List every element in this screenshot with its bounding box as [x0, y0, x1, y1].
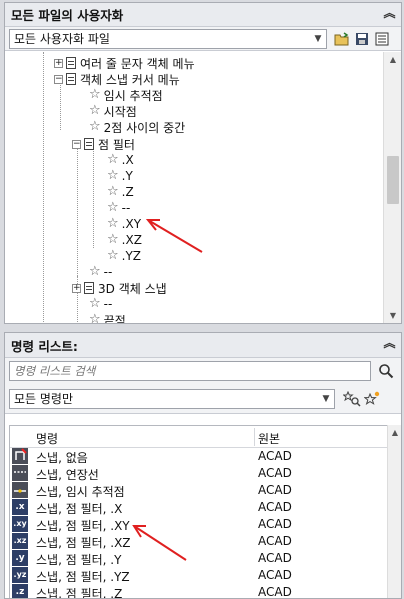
chevron-down-icon[interactable]: ▼ — [310, 30, 326, 48]
command-search-input[interactable] — [9, 361, 371, 381]
tree-item-xy[interactable]: ☆ .XY — [107, 216, 141, 232]
star-icon: ☆ — [89, 296, 101, 311]
tree-item[interactable]: ☆ 시작점 — [89, 103, 137, 119]
command-row[interactable]: .xz 스냅, 점 필터, .XZ ACAD — [10, 533, 388, 550]
customization-file-combo[interactable]: 모든 사용자화 파일 ▼ — [9, 28, 327, 49]
star-icon: ☆ — [107, 152, 119, 167]
expand-icon[interactable]: + — [72, 283, 81, 293]
menu-icon — [84, 138, 94, 150]
command-list-header-row: 명령 원본 — [10, 426, 388, 448]
customizations-header: 모든 파일의 사용자화 ︽ — [5, 3, 401, 27]
menu-icon — [66, 73, 76, 85]
command-row-xy[interactable]: .xy 스냅, 점 필터, .XY ACAD — [10, 516, 388, 533]
star-icon: ☆ — [107, 232, 119, 247]
tree-item[interactable]: + 3D 객체 스냅 — [72, 280, 167, 296]
collapse-up-icon[interactable]: ︽ — [382, 337, 397, 352]
tree-item[interactable]: ☆ -- — [107, 200, 130, 216]
command-list-scrollbar[interactable]: ▲ — [387, 425, 401, 598]
filter-x-icon: .x — [12, 499, 28, 515]
expand-icon[interactable]: + — [54, 58, 63, 68]
star-icon: ☆ — [107, 248, 119, 263]
tree-item[interactable]: ☆ -- — [89, 264, 112, 280]
star-icon: ☆ — [107, 168, 119, 183]
chevron-down-icon[interactable]: ▼ — [318, 390, 334, 408]
command-list-title: 명령 리스트: — [11, 338, 78, 354]
filter-xz-icon: .xz — [12, 533, 28, 549]
star-icon: ☆ — [89, 312, 101, 324]
command-list-header: 명령 리스트: ︽ — [5, 333, 401, 358]
tree-item[interactable]: ☆ .Y — [107, 168, 133, 184]
extension-snap-icon — [12, 465, 28, 481]
menu-icon — [84, 282, 94, 294]
filter-y-icon: .y — [12, 550, 28, 566]
scroll-down-icon[interactable]: ▼ — [384, 308, 401, 323]
command-filter-combo[interactable]: 모든 명령만 ▼ — [9, 388, 335, 409]
command-search-row — [5, 358, 401, 384]
find-command-icon[interactable] — [343, 390, 361, 408]
star-icon: ☆ — [89, 87, 101, 102]
scroll-up-icon[interactable]: ▲ — [384, 52, 401, 68]
collapse-icon[interactable]: − — [72, 139, 81, 149]
tree-item[interactable]: ☆ 2점 사이의 중간 — [89, 119, 185, 135]
filter-xy-icon: .xy — [12, 516, 28, 532]
tree-item[interactable]: ☆ 임시 추적점 — [89, 87, 163, 103]
customization-tree: + 여러 줄 문자 객체 메뉴 − 객체 스냅 커서 메뉴 ☆ 임시 추적점 ☆… — [5, 52, 383, 324]
collapse-up-icon[interactable]: ︽ — [382, 7, 397, 22]
command-row[interactable]: 스냅, 없음 ACAD — [10, 448, 388, 465]
tree-item[interactable]: + 여러 줄 문자 객체 메뉴 — [54, 55, 195, 71]
collapse-icon[interactable]: − — [54, 74, 63, 84]
filter-z-icon: .z — [12, 584, 28, 598]
tree-item[interactable]: ☆ .X — [107, 152, 134, 168]
star-icon: ☆ — [107, 200, 119, 215]
customizations-panel: 모든 파일의 사용자화 ︽ 모든 사용자화 파일 ▼ + 여러 줄 문자 객체 … — [4, 2, 402, 324]
command-row[interactable]: .z 스냅, 점 필터, .Z ACAD — [10, 584, 388, 598]
filter-yz-icon: .yz — [12, 567, 28, 583]
customizations-title: 모든 파일의 사용자화 — [11, 8, 124, 23]
star-icon: ☆ — [89, 103, 101, 118]
command-row[interactable]: 스냅, 임시 추적점 ACAD — [10, 482, 388, 499]
snap-none-icon — [12, 448, 28, 464]
search-icon[interactable] — [377, 362, 395, 380]
command-row[interactable]: 스냅, 연장선 ACAD — [10, 465, 388, 482]
properties-icon[interactable] — [373, 30, 391, 48]
tree-item[interactable]: − 점 필터 — [72, 136, 135, 152]
command-filter-row: 모든 명령만 ▼ — [5, 384, 401, 414]
command-row[interactable]: .yz 스냅, 점 필터, .YZ ACAD — [10, 567, 388, 584]
column-header-source[interactable]: 원본 — [258, 430, 280, 447]
star-icon: ☆ — [89, 264, 101, 279]
command-list: 명령 원본 스냅, 없음 ACAD 스냅, 연장선 ACAD 스냅, 임시 추적… — [9, 425, 389, 598]
new-command-icon[interactable] — [363, 390, 381, 408]
command-list-panel: 명령 리스트: ︽ 모든 명령만 ▼ 명령 원본 스냅, 없음 ACAD — [4, 332, 402, 599]
tree-item[interactable]: − 객체 스냅 커서 메뉴 — [54, 71, 180, 87]
column-header-name[interactable]: 명령 — [36, 430, 58, 447]
command-row[interactable]: .y 스냅, 점 필터, .Y ACAD — [10, 550, 388, 567]
star-icon: ☆ — [107, 184, 119, 199]
customization-file-combo-value: 모든 사용자화 파일 — [14, 32, 110, 46]
command-row[interactable]: .x 스냅, 점 필터, .X ACAD — [10, 499, 388, 516]
command-filter-combo-value: 모든 명령만 — [14, 392, 74, 406]
tree-item[interactable]: ☆ -- — [89, 296, 112, 312]
menu-icon — [66, 57, 76, 69]
star-icon: ☆ — [107, 216, 119, 231]
scroll-up-icon[interactable]: ▲ — [388, 425, 401, 441]
star-icon: ☆ — [89, 119, 101, 134]
tree-item[interactable]: ☆ .XZ — [107, 232, 142, 248]
scroll-thumb[interactable] — [387, 156, 399, 204]
tree-item[interactable]: ☆ .Z — [107, 184, 134, 200]
customizations-toolbar: 모든 사용자화 파일 ▼ — [5, 27, 401, 51]
save-icon[interactable] — [353, 30, 371, 48]
tracking-point-icon — [12, 482, 28, 498]
tree-item[interactable]: ☆ .YZ — [107, 248, 141, 264]
tree-item[interactable]: ☆ 끝점 — [89, 312, 126, 324]
open-folder-icon[interactable] — [333, 30, 351, 48]
tree-scrollbar[interactable]: ▲ ▼ — [383, 52, 401, 323]
